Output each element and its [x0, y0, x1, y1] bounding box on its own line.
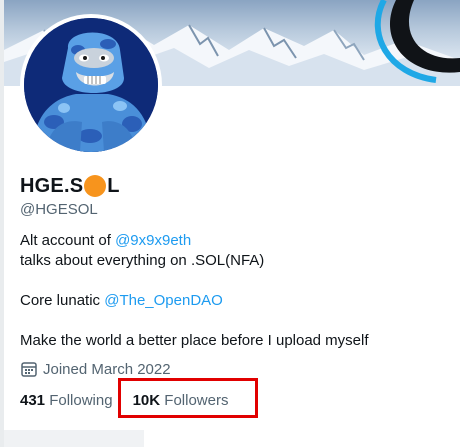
following-count: 431: [20, 392, 46, 409]
bio-line-3: Core lunatic @The_OpenDAO: [20, 291, 450, 311]
calendar-icon: [20, 360, 38, 378]
display-name-part2: L: [107, 175, 120, 197]
display-name-part1: HGE.S: [20, 175, 84, 197]
following-label: Following: [49, 392, 113, 409]
profile-handle: @HGESOL: [20, 201, 98, 218]
following-link[interactable]: 431 Following: [20, 392, 113, 409]
joined-date: Joined March 2022: [20, 360, 171, 378]
mention-link-the-opendao[interactable]: @The_OpenDAO: [104, 292, 223, 309]
avatar-border[interactable]: [20, 14, 162, 156]
bio-line-2: talks about everything on .SOL(NFA): [20, 252, 265, 269]
bio-line-1-text: Alt account of: [20, 232, 116, 249]
bio-line-1: Alt account of @9x9x9eth: [20, 231, 450, 251]
joined-date-text: Joined March 2022: [43, 360, 171, 378]
orange-circle-emoji-icon: [84, 174, 107, 197]
bio-line-3-text: Core lunatic: [20, 292, 105, 309]
mention-link-9x9x9eth[interactable]: @9x9x9eth: [115, 232, 191, 249]
followers-highlight-box: [118, 378, 258, 418]
profile-bio: Alt account of @9x9x9eth talks about eve…: [20, 231, 450, 351]
gorilla-avatar-image: [24, 18, 158, 152]
bottom-divider-strip: [4, 430, 144, 447]
display-name: HGE.S L: [20, 174, 120, 198]
bio-line-4: Make the world a better place before I u…: [20, 332, 369, 349]
avatar[interactable]: [24, 18, 158, 152]
